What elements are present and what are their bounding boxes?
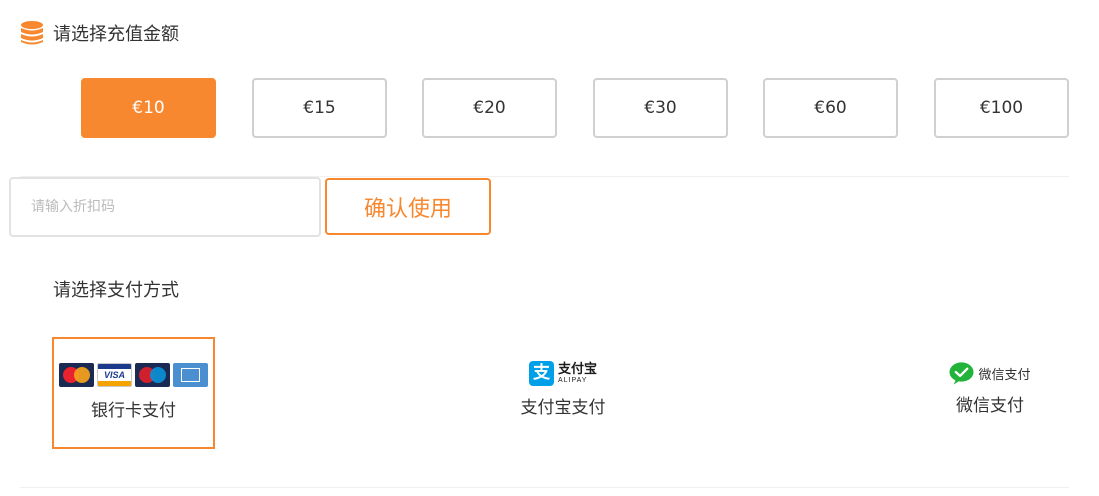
maestro-icon [135, 363, 170, 387]
alipay-mark: 支 [528, 361, 554, 386]
payment-option-label: 银行卡支付 [91, 401, 176, 421]
amex-icon [173, 363, 208, 387]
wechat-icon [949, 362, 975, 385]
payment-option-label: 支付宝支付 [520, 398, 606, 418]
amount-option-15[interactable]: €15 [252, 78, 387, 138]
mastercard-icon [59, 363, 94, 387]
amount-option-60[interactable]: €60 [763, 78, 898, 138]
amount-option-100[interactable]: €100 [934, 78, 1069, 138]
coins-stack-icon [21, 21, 43, 45]
amount-section-title: 请选择充值金额 [20, 18, 179, 48]
amount-option-30[interactable]: €30 [593, 78, 728, 138]
bottom-divider [20, 487, 1069, 488]
payment-section-title: 请选择支付方式 [53, 280, 179, 301]
alipay-logo-subtext: ALIPAY [557, 377, 588, 384]
payment-option-wechat[interactable]: 微信支付 微信支付 [935, 360, 1045, 416]
visa-icon: VISA [97, 363, 132, 387]
payment-option-alipay[interactable]: 支 支付宝 ALIPAY 支付宝支付 [505, 360, 621, 418]
wechat-logo-text: 微信支付 [978, 367, 1031, 383]
alipay-icon: 支 支付宝 ALIPAY [528, 360, 597, 387]
coupon-code-input[interactable] [9, 177, 321, 237]
amount-options: €10 €15 €20 €30 €60 €100 [81, 78, 1069, 138]
amount-option-10[interactable]: €10 [81, 78, 216, 138]
payment-option-label: 微信支付 [956, 396, 1024, 416]
alipay-logo-text: 支付宝 [557, 362, 597, 377]
card-logos: VISA [59, 363, 208, 388]
amount-section-label: 请选择充值金额 [53, 24, 179, 45]
confirm-coupon-button[interactable]: 确认使用 [325, 178, 491, 235]
payment-option-bank-card[interactable]: VISA 银行卡支付 [52, 337, 215, 449]
amount-option-20[interactable]: €20 [422, 78, 557, 138]
wechat-logo: 微信支付 [949, 360, 1031, 386]
